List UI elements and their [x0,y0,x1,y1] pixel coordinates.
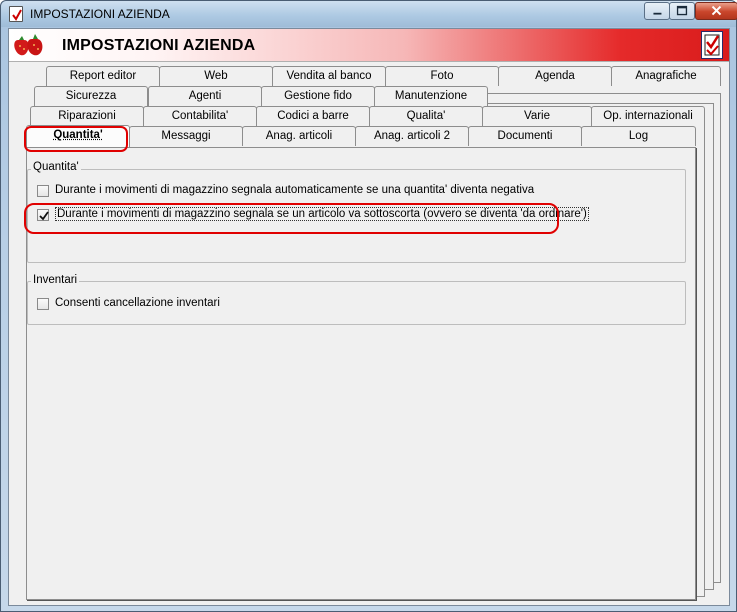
close-button[interactable] [695,2,737,20]
tab-anag-articoli[interactable]: Anag. articoli [242,126,356,146]
tab-op-internazionali[interactable]: Op. internazionali [591,106,705,126]
tab-anag-articoli-2[interactable]: Anag. articoli 2 [355,126,469,146]
tab-agenda[interactable]: Agenda [498,66,612,86]
tab-contabilita[interactable]: Contabilita' [143,106,257,126]
settings-window: IMPOSTAZIONI AZIENDA IMPOSTAZIONI AZIEND… [0,0,737,612]
checkmark-icon [39,211,49,221]
group-inventari-label: Inventari [31,274,80,286]
header-title: IMPOSTAZIONI AZIENDA [62,37,256,54]
tab-riparazioni[interactable]: Riparazioni [30,106,144,126]
tab-foto[interactable]: Foto [385,66,499,86]
maximize-button[interactable] [669,2,695,20]
option-negative-quantity[interactable]: Durante i movimenti di magazzino segnala… [37,183,677,199]
sottoscorta-checkbox[interactable] [37,209,49,221]
minimize-button[interactable] [644,2,670,20]
group-quantita-label: Quantita' [31,161,81,173]
client-area: IMPOSTAZIONI AZIENDA Report editor Web V… [8,28,730,606]
app-checklist-icon[interactable] [9,6,23,22]
tab-documenti[interactable]: Documenti [468,126,582,146]
close-icon [711,5,722,16]
checklist-icon[interactable] [701,31,723,59]
option-sottoscorta[interactable]: Durante i movimenti di magazzino segnala… [37,207,677,223]
tab-varie[interactable]: Varie [482,106,592,126]
tab-messaggi[interactable]: Messaggi [129,126,243,146]
tab-log[interactable]: Log [581,126,696,146]
tab-manutenzione[interactable]: Manutenzione [374,86,488,106]
tab-page-quantita: Quantita' Durante i movimenti di magazzi… [26,147,696,600]
maximize-icon [676,5,688,16]
negative-quantity-checkbox[interactable] [37,185,49,197]
tab-anagrafiche[interactable]: Anagrafiche [611,66,721,86]
tab-agenti[interactable]: Agenti [148,86,262,106]
cancellazione-inventari-checkbox[interactable] [37,298,49,310]
tab-report-editor[interactable]: Report editor [46,66,160,86]
tab-gestione-fido[interactable]: Gestione fido [261,86,375,106]
strawberry-logo-icon [14,34,43,56]
header-band: IMPOSTAZIONI AZIENDA [9,29,729,62]
option-cancellazione-inventari[interactable]: Consenti cancellazione inventari [37,296,337,312]
tab-vendita-al-banco[interactable]: Vendita al banco [272,66,386,86]
tab-qualita[interactable]: Qualita' [369,106,483,126]
minimize-icon [653,12,662,15]
tab-codici-a-barre[interactable]: Codici a barre [256,106,370,126]
title-bar[interactable]: IMPOSTAZIONI AZIENDA [1,1,737,27]
tab-web[interactable]: Web [159,66,273,86]
tab-sicurezza[interactable]: Sicurezza [34,86,148,106]
window-title: IMPOSTAZIONI AZIENDA [30,7,170,21]
tab-quantita[interactable]: Quantita' [26,125,130,147]
